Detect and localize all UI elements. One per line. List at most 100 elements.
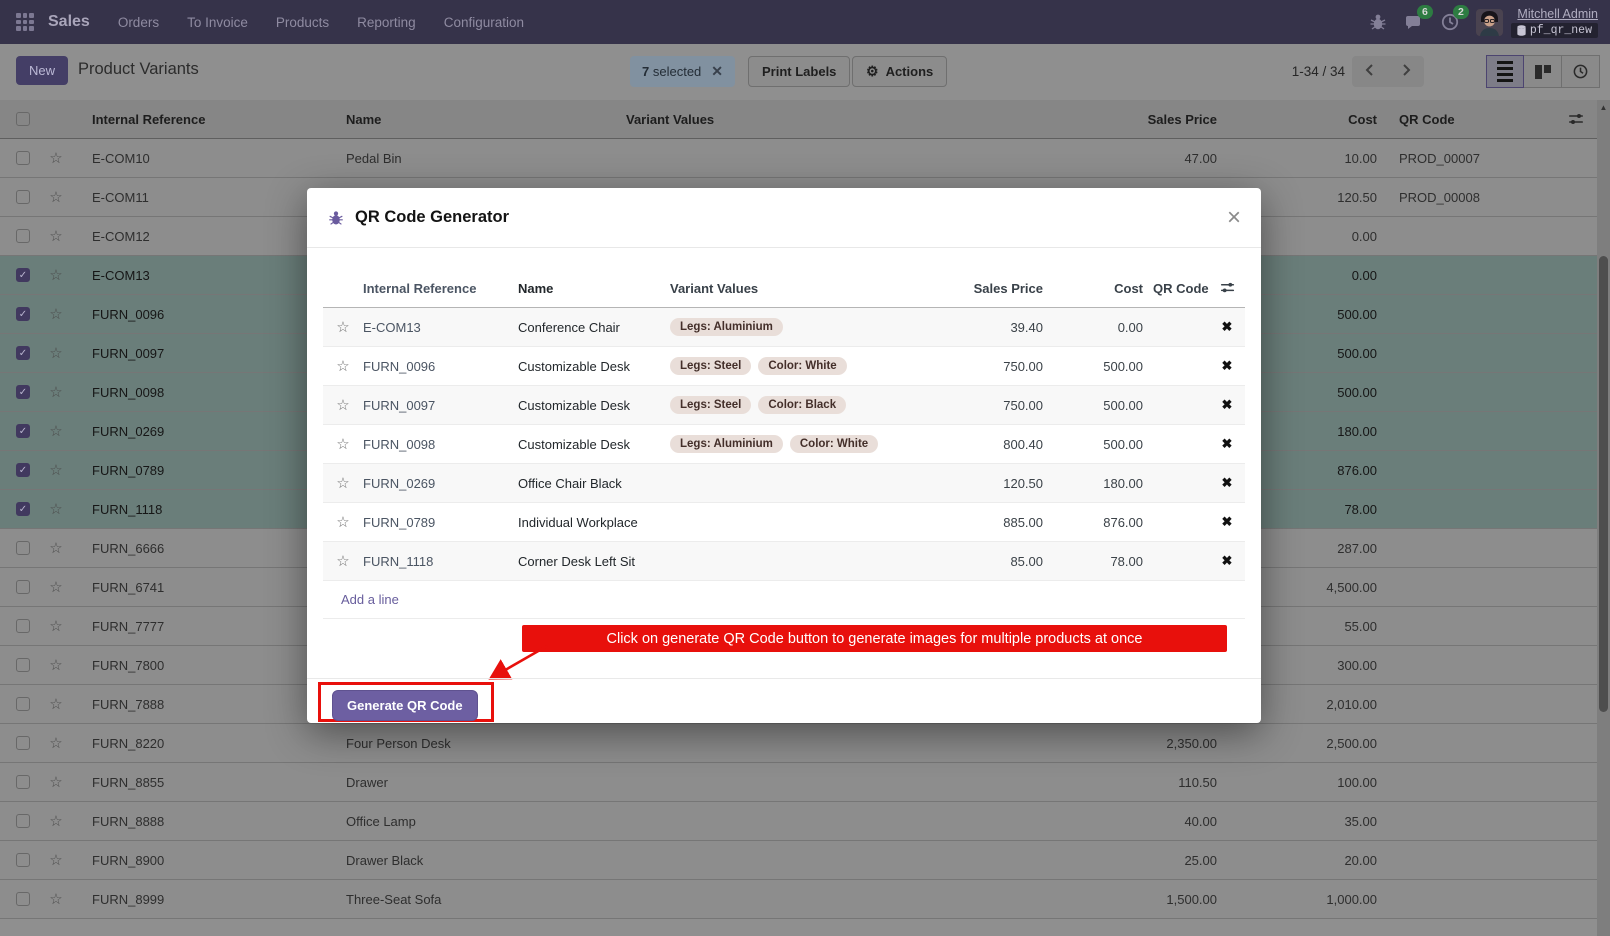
menu-configuration[interactable]: Configuration [444, 15, 524, 30]
row-checkbox[interactable]: ✓ [16, 190, 30, 204]
delete-row-icon[interactable]: ✖ [1222, 358, 1233, 373]
actions-button[interactable]: ⚙ Actions [852, 56, 947, 87]
table-row[interactable]: ✓ ☆ E-COM10 Pedal Bin 47.00 10.00 PROD_0… [0, 139, 1610, 178]
row-checkbox[interactable]: ✓ [16, 658, 30, 672]
scrollbar-thumb[interactable] [1599, 256, 1608, 712]
menu-orders[interactable]: Orders [118, 15, 159, 30]
table-row[interactable]: ✓ ☆ FURN_8900 Drawer Black 25.00 20.00 [0, 841, 1610, 880]
favorite-star-icon[interactable]: ☆ [36, 695, 76, 713]
row-checkbox[interactable]: ✓ [16, 697, 30, 711]
favorite-star-icon[interactable]: ☆ [36, 305, 76, 323]
dialog-table-row[interactable]: ☆ FURN_1118 Corner Desk Left Sit 85.00 7… [323, 542, 1245, 581]
header-name[interactable]: Name [330, 112, 610, 127]
row-checkbox[interactable]: ✓ [16, 853, 30, 867]
favorite-star-icon[interactable]: ☆ [36, 227, 76, 245]
menu-reporting[interactable]: Reporting [357, 15, 416, 30]
row-checkbox[interactable]: ✓ [16, 268, 30, 282]
favorite-star-icon[interactable]: ☆ [36, 578, 76, 596]
user-name[interactable]: Mitchell Admin [1517, 7, 1598, 21]
favorite-star-icon[interactable]: ☆ [36, 539, 76, 557]
header-internal-reference[interactable]: Internal Reference [363, 281, 518, 296]
delete-row-icon[interactable]: ✖ [1222, 397, 1233, 412]
row-checkbox[interactable]: ✓ [16, 385, 30, 399]
table-row[interactable]: ✓ ☆ FURN_8855 Drawer 110.50 100.00 [0, 763, 1610, 802]
header-sales-price[interactable]: Sales Price [938, 281, 1043, 296]
menu-to-invoice[interactable]: To Invoice [187, 15, 248, 30]
row-checkbox[interactable]: ✓ [16, 346, 30, 360]
favorite-star-icon[interactable]: ☆ [36, 422, 76, 440]
table-row[interactable]: ✓ ☆ FURN_8888 Office Lamp 40.00 35.00 [0, 802, 1610, 841]
delete-row-icon[interactable]: ✖ [1222, 319, 1233, 334]
header-qr-code[interactable]: QR Code [1143, 281, 1209, 296]
activity-view-button[interactable] [1562, 55, 1600, 88]
row-checkbox[interactable]: ✓ [16, 580, 30, 594]
close-icon[interactable]: × [1227, 206, 1241, 230]
dialog-table-row[interactable]: ☆ FURN_0098 Customizable Desk Legs: Alum… [323, 425, 1245, 464]
header-variant-values[interactable]: Variant Values [670, 281, 938, 296]
add-a-line-link[interactable]: Add a line [341, 592, 399, 607]
optional-columns-icon[interactable] [1568, 111, 1584, 127]
delete-row-icon[interactable]: ✖ [1222, 553, 1233, 568]
favorite-star-icon[interactable]: ☆ [36, 149, 76, 167]
pager-previous-button[interactable] [1352, 56, 1388, 87]
header-cost[interactable]: Cost [1043, 281, 1143, 296]
delete-row-icon[interactable]: ✖ [1222, 514, 1233, 529]
favorite-star-icon[interactable]: ☆ [36, 773, 76, 791]
menu-products[interactable]: Products [276, 15, 329, 30]
favorite-star-icon[interactable]: ☆ [36, 266, 76, 284]
kanban-view-button[interactable] [1524, 55, 1562, 88]
row-checkbox[interactable]: ✓ [16, 151, 30, 165]
favorite-star-icon[interactable]: ☆ [36, 656, 76, 674]
favorite-star-icon[interactable]: ☆ [323, 318, 363, 336]
dialog-table-row[interactable]: ☆ FURN_0097 Customizable Desk Legs: Stee… [323, 386, 1245, 425]
dialog-table-row[interactable]: ☆ FURN_0096 Customizable Desk Legs: Stee… [323, 347, 1245, 386]
favorite-star-icon[interactable]: ☆ [36, 188, 76, 206]
favorite-star-icon[interactable]: ☆ [323, 474, 363, 492]
header-qr-code[interactable]: QR Code [1385, 112, 1565, 127]
favorite-star-icon[interactable]: ☆ [36, 500, 76, 518]
header-name[interactable]: Name [518, 281, 670, 296]
row-checkbox[interactable]: ✓ [16, 736, 30, 750]
user-menu[interactable]: Mitchell Admin pf_qr_new [1476, 7, 1598, 38]
row-checkbox[interactable]: ✓ [16, 541, 30, 555]
favorite-star-icon[interactable]: ☆ [323, 396, 363, 414]
select-all-checkbox[interactable] [16, 112, 30, 126]
print-labels-button[interactable]: Print Labels [748, 56, 850, 87]
favorite-star-icon[interactable]: ☆ [323, 552, 363, 570]
favorite-star-icon[interactable]: ☆ [36, 851, 76, 869]
header-variant-values[interactable]: Variant Values [610, 112, 1000, 127]
header-sales-price[interactable]: Sales Price [1000, 112, 1225, 127]
row-checkbox[interactable]: ✓ [16, 619, 30, 633]
favorite-star-icon[interactable]: ☆ [36, 461, 76, 479]
row-checkbox[interactable]: ✓ [16, 307, 30, 321]
generate-qr-code-button[interactable]: Generate QR Code [332, 690, 478, 721]
row-checkbox[interactable]: ✓ [16, 229, 30, 243]
pager-next-button[interactable] [1388, 56, 1424, 87]
favorite-star-icon[interactable]: ☆ [36, 344, 76, 362]
favorite-star-icon[interactable]: ☆ [36, 383, 76, 401]
new-button[interactable]: New [16, 56, 68, 85]
favorite-star-icon[interactable]: ☆ [36, 734, 76, 752]
favorite-star-icon[interactable]: ☆ [36, 890, 76, 908]
scroll-up-arrow-icon[interactable]: ▲ [1597, 100, 1610, 114]
apps-menu-icon[interactable] [16, 13, 34, 31]
optional-columns-icon[interactable] [1220, 280, 1235, 295]
row-checkbox[interactable]: ✓ [16, 814, 30, 828]
dialog-table-row[interactable]: ☆ E-COM13 Conference Chair Legs: Alumini… [323, 308, 1245, 347]
row-checkbox[interactable]: ✓ [16, 424, 30, 438]
header-cost[interactable]: Cost [1225, 112, 1385, 127]
favorite-star-icon[interactable]: ☆ [323, 357, 363, 375]
debug-bug-icon[interactable] [1368, 12, 1388, 32]
dialog-table-row[interactable]: ☆ FURN_0269 Office Chair Black 120.50 18… [323, 464, 1245, 503]
favorite-star-icon[interactable]: ☆ [323, 513, 363, 531]
activities-clock-icon[interactable]: 2 [1440, 12, 1460, 32]
header-internal-reference[interactable]: Internal Reference [76, 112, 330, 127]
row-checkbox[interactable]: ✓ [16, 892, 30, 906]
favorite-star-icon[interactable]: ☆ [36, 812, 76, 830]
favorite-star-icon[interactable]: ☆ [323, 435, 363, 453]
row-checkbox[interactable]: ✓ [16, 502, 30, 516]
table-row[interactable]: ✓ ☆ FURN_8999 Three-Seat Sofa 1,500.00 1… [0, 880, 1610, 919]
app-name[interactable]: Sales [48, 13, 90, 31]
row-checkbox[interactable]: ✓ [16, 463, 30, 477]
list-view-button[interactable] [1486, 55, 1524, 88]
